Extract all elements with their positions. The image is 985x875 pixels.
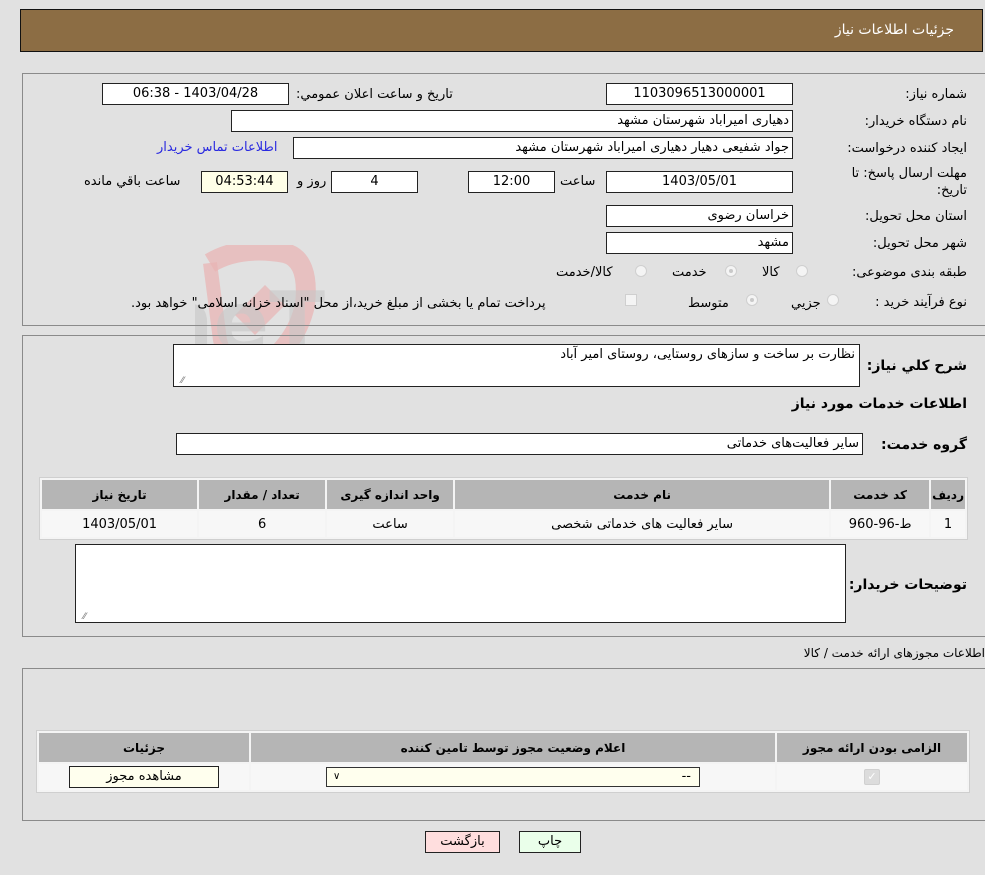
cell-unit: ساعت bbox=[327, 511, 454, 537]
province-label: استان محل تحويل: bbox=[865, 209, 967, 224]
need-number-label: شماره نیاز: bbox=[905, 87, 967, 102]
category-radio-service[interactable] bbox=[725, 265, 737, 277]
purchase-option-medium: متوسط bbox=[688, 296, 729, 311]
purchase-type-label: نوع فرآيند خريد : bbox=[875, 295, 967, 310]
permits-table: الزامی بودن ارائه مجوز اعلام وضعیت مجوز … bbox=[36, 730, 970, 793]
city-field[interactable]: مشهد bbox=[606, 232, 793, 254]
table-row: ✓ -- ∨ مشاهده مجوز bbox=[39, 764, 967, 790]
cell-need-date: 1403/05/01 bbox=[42, 511, 198, 537]
cell-row-number: 1 bbox=[931, 511, 965, 537]
table-row: 1 ط-96-960 سایر فعالیت های خدماتی شخصی س… bbox=[42, 511, 965, 537]
permit-required-checkbox[interactable]: ✓ bbox=[864, 769, 880, 785]
page-header: جزئیات اطلاعات نیاز bbox=[20, 9, 983, 52]
announce-datetime-label: تاریخ و ساعت اعلان عمومي: bbox=[296, 87, 453, 102]
page-title: جزئیات اطلاعات نیاز bbox=[834, 22, 954, 38]
need-number-field[interactable]: 1103096513000001 bbox=[606, 83, 793, 105]
remaining-time-field[interactable]: 04:53:44 bbox=[201, 171, 288, 193]
category-option-goods-service: کالا/خدمت bbox=[556, 265, 613, 280]
col-service-name: نام خدمت bbox=[455, 480, 830, 509]
col-permit-required: الزامی بودن ارائه مجوز bbox=[777, 733, 967, 762]
print-button[interactable]: چاپ bbox=[519, 831, 581, 853]
service-group-field[interactable]: سایر فعالیت‌های خدماتی bbox=[176, 433, 863, 455]
description-textarea[interactable]: نظارت بر ساخت و سازهای روستایی، روستای ا… bbox=[173, 344, 860, 387]
description-text: نظارت بر ساخت و سازهای روستایی، روستای ا… bbox=[560, 347, 855, 362]
permit-status-value: -- bbox=[681, 769, 691, 784]
services-table-header: رديف کد خدمت نام خدمت واحد اندازه گيری ت… bbox=[42, 480, 965, 509]
col-unit: واحد اندازه گيری bbox=[327, 480, 454, 509]
deadline-time-label: ساعت bbox=[560, 174, 596, 189]
col-quantity: تعداد / مقدار bbox=[199, 480, 326, 509]
cell-service-code: ط-96-960 bbox=[831, 511, 930, 537]
resize-handle-icon[interactable]: ⁄⁄ bbox=[78, 613, 86, 622]
description-label: شرح کلي نياز: bbox=[866, 358, 967, 374]
col-permit-status: اعلام وضعیت مجوز توسط تامین کننده bbox=[251, 733, 775, 762]
service-group-label: گروه خدمت: bbox=[881, 437, 967, 453]
city-label: شهر محل تحويل: bbox=[872, 236, 967, 251]
services-section-title: اطلاعات خدمات مورد نياز bbox=[791, 396, 967, 412]
permits-section-title: اطلاعات مجوزهای ارائه خدمت / کالا bbox=[803, 646, 985, 660]
purchase-option-minor: جزيي bbox=[791, 296, 821, 311]
permit-status-select[interactable]: -- ∨ bbox=[326, 767, 700, 787]
services-table: رديف کد خدمت نام خدمت واحد اندازه گيری ت… bbox=[39, 477, 968, 540]
treasury-checkbox-label: پرداخت تمام یا بخشی از مبلغ خرید،از محل … bbox=[131, 296, 546, 311]
cell-quantity: 6 bbox=[199, 511, 326, 537]
treasury-checkbox[interactable] bbox=[625, 294, 637, 306]
cell-permit-details: مشاهده مجوز bbox=[39, 764, 249, 790]
deadline-label-line1: مهلت ارسال پاسخ: تا bbox=[851, 166, 967, 181]
days-label: روز و bbox=[297, 174, 327, 189]
col-row-number: رديف bbox=[931, 480, 965, 509]
buyer-notes-label: توضيحات خريدار: bbox=[848, 577, 967, 593]
remaining-time-label: ساعت باقي مانده bbox=[84, 174, 181, 189]
deadline-time-field[interactable]: 12:00 bbox=[468, 171, 555, 193]
cell-permit-required: ✓ bbox=[777, 764, 967, 790]
resize-handle-icon[interactable]: ⁄⁄ bbox=[176, 377, 184, 386]
purchase-radio-minor[interactable] bbox=[827, 294, 839, 306]
view-permit-button[interactable]: مشاهده مجوز bbox=[69, 766, 219, 788]
chevron-down-icon: ∨ bbox=[333, 771, 341, 782]
category-radio-goods[interactable] bbox=[796, 265, 808, 277]
cell-permit-status: -- ∨ bbox=[251, 764, 775, 790]
back-button[interactable]: بازگشت bbox=[425, 831, 500, 853]
deadline-label-line2: تاريخ: bbox=[936, 183, 967, 198]
cell-service-name: سایر فعالیت های خدماتی شخصی bbox=[455, 511, 830, 537]
category-option-goods: کالا bbox=[762, 265, 780, 280]
col-permit-details: جزئیات bbox=[39, 733, 249, 762]
col-need-date: تاريخ نياز bbox=[42, 480, 198, 509]
announce-datetime-field[interactable]: 1403/04/28 - 06:38 bbox=[102, 83, 289, 105]
buyer-notes-textarea[interactable]: ⁄⁄ bbox=[75, 544, 846, 623]
purchase-radio-medium[interactable] bbox=[746, 294, 758, 306]
category-radio-goods-service[interactable] bbox=[635, 265, 647, 277]
buyer-org-field[interactable]: دهیاری امیراباد شهرستان مشهد bbox=[231, 110, 793, 132]
remaining-days-field[interactable]: 4 bbox=[331, 171, 418, 193]
col-service-code: کد خدمت bbox=[831, 480, 930, 509]
buyer-org-label: نام دستگاه خريدار: bbox=[864, 114, 967, 129]
permits-table-header: الزامی بودن ارائه مجوز اعلام وضعیت مجوز … bbox=[39, 733, 967, 762]
requester-label: ايجاد کننده درخواست: bbox=[847, 141, 967, 156]
requester-field[interactable]: جواد شفیعی دهیار دهیاری امیراباد شهرستان… bbox=[293, 137, 793, 159]
province-field[interactable]: خراسان رضوی bbox=[606, 205, 793, 227]
buyer-contact-link[interactable]: اطلاعات تماس خريدار bbox=[157, 140, 277, 155]
category-option-service: خدمت bbox=[672, 265, 707, 280]
deadline-date-field[interactable]: 1403/05/01 bbox=[606, 171, 793, 193]
category-label: طبقه بندی موضوعی: bbox=[851, 265, 967, 280]
